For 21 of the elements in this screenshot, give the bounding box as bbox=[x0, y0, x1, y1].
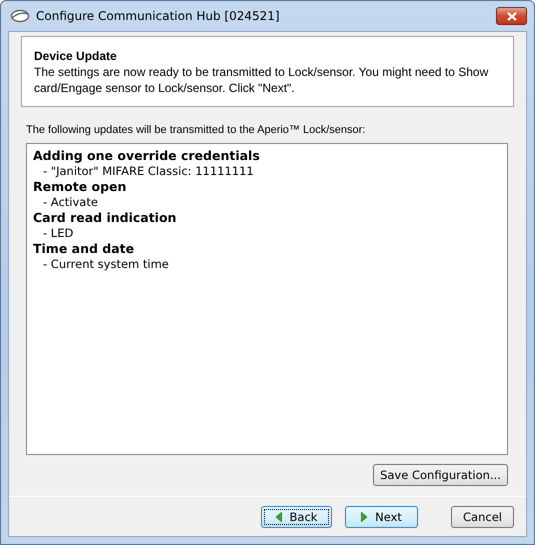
update-detail: - Current system time bbox=[42, 256, 170, 272]
app-logo-icon bbox=[10, 9, 30, 23]
update-heading: Remote open bbox=[33, 179, 128, 194]
save-configuration-button[interactable]: Save Configuration... bbox=[373, 464, 508, 486]
close-button[interactable] bbox=[496, 7, 527, 25]
window-title: Configure Communication Hub [024521] bbox=[36, 9, 280, 23]
update-detail: - LED bbox=[42, 226, 74, 241]
header-text: The settings are now ready to be transmitted to Lock/sensor. You might need to Show card/Engage sensor to Lock/sensor. Click "Next". bbox=[34, 64, 490, 96]
update-detail: - Activate bbox=[42, 194, 99, 210]
update-heading: Time and date bbox=[33, 241, 136, 256]
left-arrow-icon bbox=[276, 512, 282, 522]
right-arrow-icon bbox=[361, 512, 368, 522]
back-button[interactable]: Back bbox=[261, 506, 332, 528]
header-title: Device Update bbox=[34, 49, 118, 63]
list-label: The following updates will be transmitted to the Aperio™ Lock/sensor: bbox=[26, 124, 366, 136]
close-icon bbox=[506, 12, 516, 20]
update-heading: Card read indication bbox=[33, 210, 178, 226]
update-detail: - "Janitor" MIFARE Classic: 11111111 bbox=[42, 164, 255, 179]
next-button[interactable]: Next bbox=[345, 506, 418, 528]
cancel-button[interactable]: Cancel bbox=[451, 506, 514, 528]
update-heading: Adding one override credentials bbox=[33, 148, 261, 164]
